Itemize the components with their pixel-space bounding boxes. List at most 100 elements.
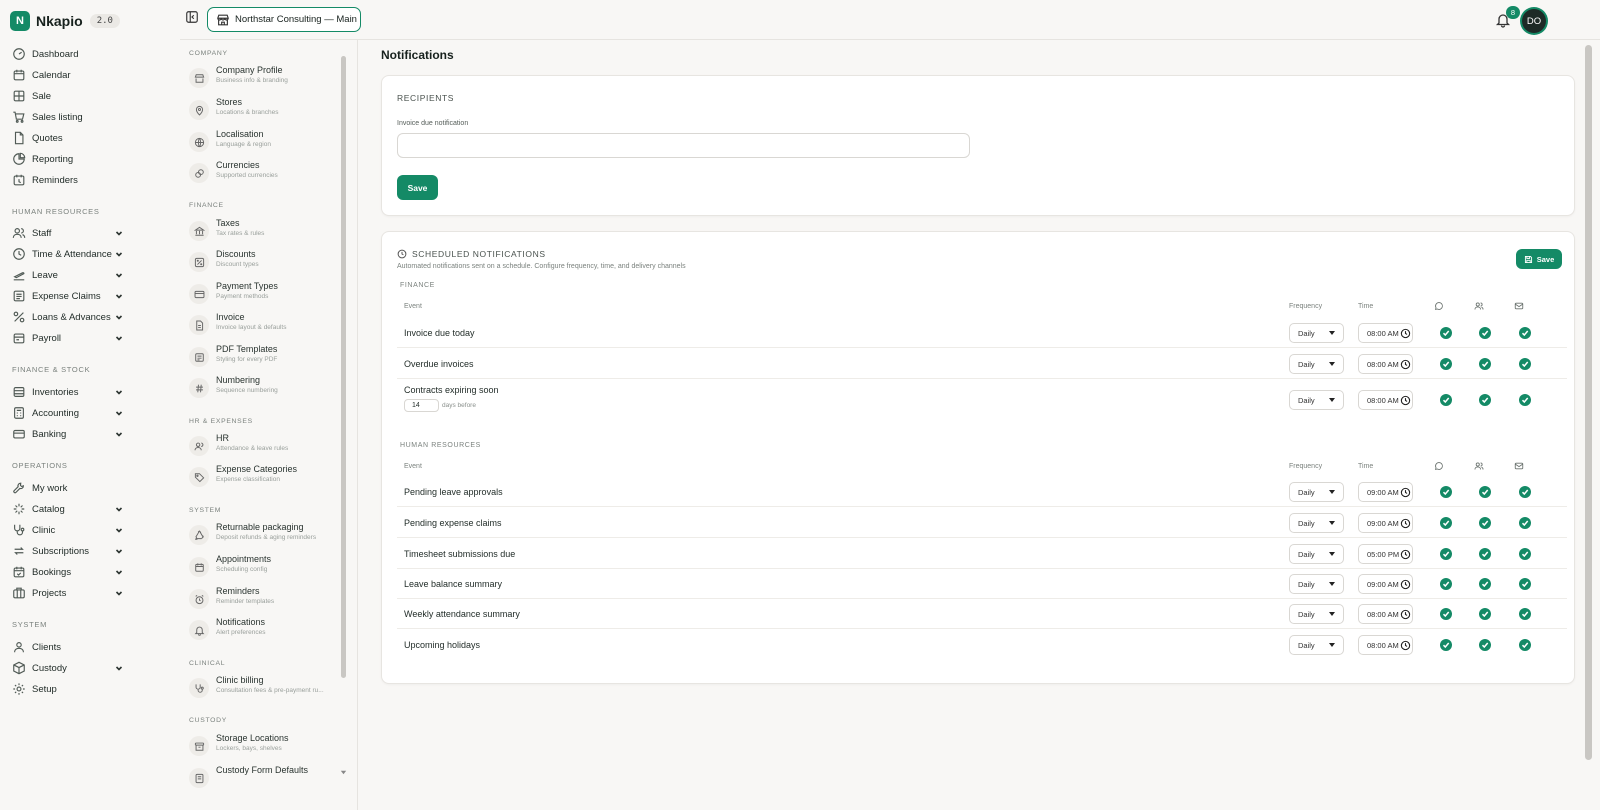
channel-staff-checkbox[interactable] [1479, 327, 1491, 339]
time-input[interactable]: 05:00 PM [1358, 544, 1413, 564]
nav-bookings[interactable]: Bookings [12, 562, 124, 582]
channel-chat-checkbox[interactable] [1440, 394, 1452, 406]
nav-my-work[interactable]: My work [12, 478, 124, 498]
time-input[interactable]: 09:00 AM [1358, 482, 1413, 502]
settings-item-pdf-templates[interactable]: PDF Templates Styling for every PDF [189, 344, 339, 372]
channel-email-checkbox[interactable] [1519, 578, 1531, 590]
nav-accounting[interactable]: Accounting [12, 403, 124, 423]
days-before-input[interactable]: 14 [404, 399, 439, 412]
nav-inventories[interactable]: Inventories [12, 382, 124, 402]
channel-staff-checkbox[interactable] [1479, 608, 1491, 620]
workspace-switcher[interactable]: Northstar Consulting — Main [207, 7, 361, 32]
channel-chat-checkbox[interactable] [1440, 608, 1452, 620]
frequency-select[interactable]: Daily [1289, 323, 1344, 343]
channel-email-checkbox[interactable] [1519, 608, 1531, 620]
nav-subscriptions[interactable]: Subscriptions [12, 541, 124, 561]
nav-custody[interactable]: Custody [12, 658, 124, 678]
time-input[interactable]: 08:00 AM [1358, 604, 1413, 624]
scheduled-save-button[interactable]: Save [1516, 249, 1562, 269]
sidebar-toggle-icon[interactable] [185, 10, 199, 24]
nav-clients[interactable]: Clients [12, 637, 124, 657]
nav-reporting[interactable]: Reporting [12, 149, 124, 169]
channel-email-checkbox[interactable] [1519, 639, 1531, 651]
settings-item-discounts[interactable]: Discounts Discount types [189, 249, 339, 277]
time-input[interactable]: 08:00 AM [1358, 635, 1413, 655]
settings-item-appointments[interactable]: Appointments Scheduling config [189, 554, 339, 582]
nav-setup[interactable]: Setup [12, 679, 124, 699]
frequency-select[interactable]: Daily [1289, 604, 1344, 624]
settings-item-company-profile[interactable]: Company Profile Business info & branding [189, 65, 339, 93]
frequency-select[interactable]: Daily [1289, 574, 1344, 594]
settings-item-clinic-billing[interactable]: Clinic billing Consultation fees & pre-pa… [189, 675, 339, 703]
nav-catalog[interactable]: Catalog [12, 499, 124, 519]
nav-expense-claims[interactable]: Expense Claims [12, 286, 124, 306]
channel-staff-checkbox[interactable] [1479, 517, 1491, 529]
settings-item-notifications[interactable]: Notifications Alert preferences [189, 617, 339, 645]
time-input[interactable]: 08:00 AM [1358, 354, 1413, 374]
channel-staff-checkbox[interactable] [1479, 394, 1491, 406]
frequency-select[interactable]: Daily [1289, 544, 1344, 564]
settings-item-localisation[interactable]: Localisation Language & region [189, 129, 339, 157]
settings-item-taxes[interactable]: Taxes Tax rates & rules [189, 218, 339, 246]
channel-staff-checkbox[interactable] [1479, 358, 1491, 370]
nav-reminders[interactable]: Reminders [12, 170, 124, 190]
nav-quotes[interactable]: Quotes [12, 128, 124, 148]
channel-chat-checkbox[interactable] [1440, 517, 1452, 529]
channel-email-checkbox[interactable] [1519, 517, 1531, 529]
recipients-save-button[interactable]: Save [397, 175, 438, 200]
nav-projects[interactable]: Projects [12, 583, 124, 603]
nav-payroll[interactable]: Payroll [12, 328, 124, 348]
channel-chat-checkbox[interactable] [1440, 486, 1452, 498]
channel-email-checkbox[interactable] [1519, 548, 1531, 560]
nav-clinic[interactable]: Clinic [12, 520, 124, 540]
channel-email-checkbox[interactable] [1519, 358, 1531, 370]
channel-staff-checkbox[interactable] [1479, 548, 1491, 560]
channel-email-checkbox[interactable] [1519, 394, 1531, 406]
settings-item-invoice[interactable]: Invoice Invoice layout & defaults [189, 312, 339, 340]
channel-staff-checkbox[interactable] [1479, 486, 1491, 498]
channel-email-checkbox[interactable] [1519, 486, 1531, 498]
settings-item-returnable-packaging[interactable]: Returnable packaging Deposit refunds & ag… [189, 522, 339, 550]
channel-chat-checkbox[interactable] [1440, 358, 1452, 370]
brand[interactable]: N Nkapio 2.0 [10, 10, 120, 32]
nav-calendar[interactable]: Calendar [12, 65, 124, 85]
avatar[interactable]: DO [1522, 9, 1546, 33]
settings-item-numbering[interactable]: Numbering Sequence numbering [189, 375, 339, 403]
channel-chat-checkbox[interactable] [1440, 639, 1452, 651]
settings-item-hr[interactable]: HR Attendance & leave rules [189, 433, 339, 461]
settings-item-reminders[interactable]: Reminders Reminder templates [189, 586, 339, 614]
channel-chat-checkbox[interactable] [1440, 327, 1452, 339]
settings-scrollbar[interactable] [341, 56, 346, 678]
main-scrollbar[interactable] [1585, 45, 1592, 760]
frequency-select[interactable]: Daily [1289, 513, 1344, 533]
settings-item-payment-types[interactable]: Payment Types Payment methods [189, 281, 339, 309]
settings-item-currencies[interactable]: Currencies Supported currencies [189, 160, 339, 188]
frequency-select[interactable]: Daily [1289, 354, 1344, 374]
invoice-due-notification-input[interactable] [397, 133, 970, 158]
channel-staff-checkbox[interactable] [1479, 578, 1491, 590]
nav-dashboard[interactable]: Dashboard [12, 44, 124, 64]
settings-item-expense-categories[interactable]: Expense Categories Expense classification [189, 464, 339, 492]
channel-email-checkbox[interactable] [1519, 327, 1531, 339]
time-input[interactable]: 09:00 AM [1358, 574, 1413, 594]
channel-staff-checkbox[interactable] [1479, 639, 1491, 651]
scroll-down-icon[interactable] [339, 768, 348, 777]
time-input[interactable]: 08:00 AM [1358, 390, 1413, 410]
nav-loans-advances[interactable]: Loans & Advances [12, 307, 124, 327]
frequency-select[interactable]: Daily [1289, 635, 1344, 655]
nav-staff[interactable]: Staff [12, 223, 124, 243]
frequency-select[interactable]: Daily [1289, 390, 1344, 410]
nav-sales-listing[interactable]: Sales listing [12, 107, 124, 127]
nav-time-attendance[interactable]: Time & Attendance [12, 244, 124, 264]
nav-sale[interactable]: Sale [12, 86, 124, 106]
channel-chat-checkbox[interactable] [1440, 548, 1452, 560]
settings-item-custody-form-defaults[interactable]: Custody Form Defaults [189, 765, 339, 793]
nav-banking[interactable]: Banking [12, 424, 124, 444]
time-input[interactable]: 08:00 AM [1358, 323, 1413, 343]
time-input[interactable]: 09:00 AM [1358, 513, 1413, 533]
frequency-select[interactable]: Daily [1289, 482, 1344, 502]
channel-chat-checkbox[interactable] [1440, 578, 1452, 590]
settings-item-storage-locations[interactable]: Storage Locations Lockers, bays, shelves [189, 733, 339, 761]
settings-item-stores[interactable]: Stores Locations & branches [189, 97, 339, 125]
nav-leave[interactable]: Leave [12, 265, 124, 285]
